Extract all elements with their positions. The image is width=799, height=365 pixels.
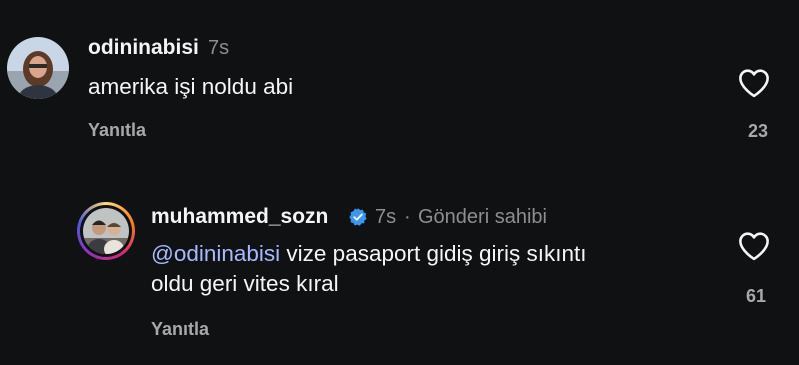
- reply-button[interactable]: Yanıtla: [151, 319, 209, 340]
- avatar[interactable]: [7, 37, 69, 99]
- heart-outline-icon: [739, 69, 769, 98]
- comment-text-line: oldu geri vites kıral: [151, 271, 339, 296]
- comment-text-line: @odininabisi vize pasaport gidiş giriş s…: [151, 239, 711, 269]
- avatar: [80, 205, 132, 257]
- avatar-story-ring[interactable]: [77, 202, 135, 260]
- like-button[interactable]: [737, 231, 771, 261]
- meta-separator: ·: [404, 206, 411, 228]
- heart-outline-icon: [739, 232, 769, 261]
- comment-text: @odininabisi vize pasaport gidiş giriş s…: [151, 239, 711, 299]
- like-button[interactable]: [737, 68, 771, 98]
- comment-timestamp: 7s: [375, 206, 397, 228]
- like-count: 23: [747, 121, 768, 141]
- reply-button[interactable]: Yanıtla: [88, 120, 146, 141]
- comment-text-content: vize pasaport gidiş giriş sıkıntı: [280, 241, 587, 266]
- comment-timestamp: 7s: [208, 37, 230, 59]
- verified-badge-icon: [348, 207, 368, 227]
- post-author-label: Gönderi sahibi: [418, 206, 547, 228]
- avatar-image: [83, 208, 129, 254]
- like-count: 61: [745, 286, 766, 306]
- mention-link[interactable]: @odininabisi: [151, 241, 280, 266]
- comment-username[interactable]: odininabisi: [88, 36, 199, 60]
- comment-text: amerika işi noldu abi: [88, 74, 294, 99]
- comment-item: odininabisi 7s amerika işi noldu abi Yan…: [0, 0, 799, 160]
- reply-comment-item: muhammed_sozn 7s · Gönderi sahibi @odini…: [0, 160, 799, 365]
- comment-username[interactable]: muhammed_sozn: [151, 205, 328, 229]
